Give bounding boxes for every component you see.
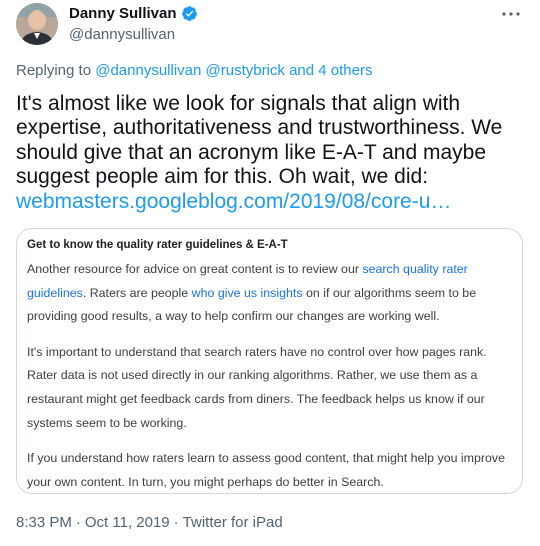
card-heading: Get to know the quality rater guidelines… bbox=[27, 239, 288, 251]
tweet-date[interactable]: Oct 11, 2019 bbox=[85, 514, 170, 531]
card-link-insights: who give us insights bbox=[191, 285, 303, 300]
meta-separator: · bbox=[75, 514, 81, 531]
mention-rustybrick[interactable]: @rustybrick bbox=[206, 62, 285, 79]
quoted-image-card[interactable]: Get to know the quality rater guidelines… bbox=[16, 228, 523, 494]
avatar[interactable] bbox=[16, 3, 58, 45]
tweet: Danny Sullivan @dannysullivan Replying t… bbox=[0, 0, 540, 546]
replying-to: Replying to @dannysullivan @rustybrick a… bbox=[16, 62, 373, 79]
tweet-link[interactable]: webmasters.googleblog.com/2019/08/core-u… bbox=[16, 190, 451, 213]
author-name-row: Danny Sullivan bbox=[69, 5, 198, 22]
replying-prefix: Replying to bbox=[16, 62, 96, 79]
meta-separator-2: · bbox=[173, 514, 179, 531]
tweet-meta: 8:33 PM · Oct 11, 2019 · Twitter for iPad bbox=[16, 514, 283, 531]
mention-others[interactable]: and 4 others bbox=[289, 62, 372, 79]
card-paragraph-1: Another resource for advice on great con… bbox=[27, 262, 477, 324]
card-paragraph-3: If you understand how raters learn to as… bbox=[27, 451, 506, 489]
mention-dannysullivan[interactable]: @dannysullivan bbox=[95, 62, 201, 79]
tweet-text: It's almost like we look for signals tha… bbox=[16, 92, 526, 214]
author-handle[interactable]: @dannysullivan bbox=[69, 26, 175, 43]
verified-badge-icon bbox=[181, 6, 197, 21]
tweet-time[interactable]: 8:33 PM bbox=[16, 514, 72, 531]
card-paragraph-2: It's important to understand that search… bbox=[27, 344, 487, 430]
tweet-body: It's almost like we look for signals tha… bbox=[16, 92, 503, 189]
author-name[interactable]: Danny Sullivan bbox=[69, 5, 177, 22]
tweet-source[interactable]: Twitter for iPad bbox=[183, 514, 283, 531]
more-horizontal-icon[interactable] bbox=[500, 6, 522, 22]
